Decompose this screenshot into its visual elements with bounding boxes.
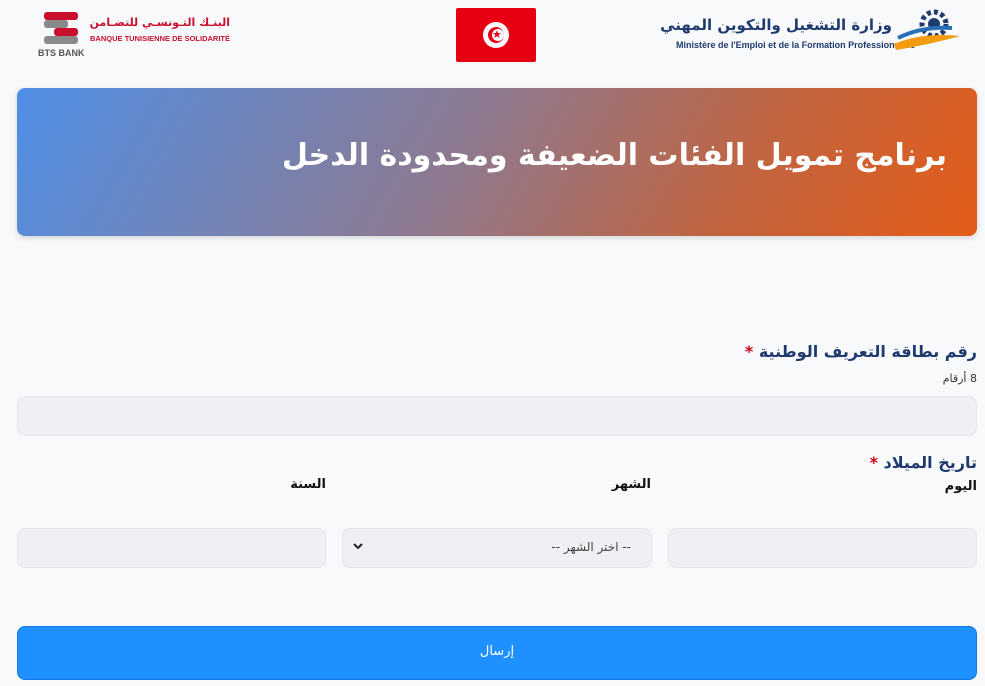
ministry-gear-icon <box>894 9 960 50</box>
birthdate-label: تاريخ الميلاد * <box>870 453 977 472</box>
required-mark: * <box>744 342 754 361</box>
ministry-french-name: Ministère de l'Emploi et de la Formation… <box>676 40 916 50</box>
bts-short-name: BTS BANK <box>38 48 85 58</box>
day-label: اليوم <box>944 479 977 494</box>
bts-bank-logo: BTS BANK البنـك التـونسـي للتضـامن BANQU… <box>36 10 236 62</box>
submit-button-label: إرسال <box>479 644 515 659</box>
bts-logo-icon <box>44 12 78 44</box>
birthdate-label-text: تاريخ الميلاد <box>883 453 977 472</box>
submit-button[interactable]: إرسال <box>17 626 977 680</box>
month-label: الشهر <box>611 477 651 492</box>
cin-input[interactable] <box>17 396 977 436</box>
cin-label: رقم بطاقة التعريف الوطنية * <box>745 342 977 361</box>
month-select-value: -- اختر الشهر -- <box>551 540 631 554</box>
required-mark: * <box>869 453 878 472</box>
cin-label-text: رقم بطاقة التعريف الوطنية <box>758 342 977 361</box>
cin-hint: 8 أرقام <box>942 372 977 385</box>
program-banner: برنامج تمويل الفئات الضعيفة ومحدودة الدخ… <box>17 88 977 236</box>
year-input[interactable] <box>17 528 326 568</box>
ministry-arabic-name: وزارة التشغيل والتكوين المهني <box>660 16 892 34</box>
month-select[interactable]: -- اختر الشهر -- <box>342 528 652 568</box>
bts-french-name: BANQUE TUNISIENNE DE SOLIDARITÉ <box>90 34 231 43</box>
year-label: السنة <box>290 477 326 492</box>
tunisia-flag-icon: ★ <box>456 8 536 62</box>
chevron-down-icon <box>353 543 363 550</box>
day-input[interactable] <box>668 528 977 568</box>
ministry-logo: وزارة التشغيل والتكوين المهني Ministère … <box>660 8 964 64</box>
bts-arabic-name: البنـك التـونسـي للتضـامن <box>89 16 230 29</box>
page-title: برنامج تمويل الفئات الضعيفة ومحدودة الدخ… <box>281 138 947 173</box>
